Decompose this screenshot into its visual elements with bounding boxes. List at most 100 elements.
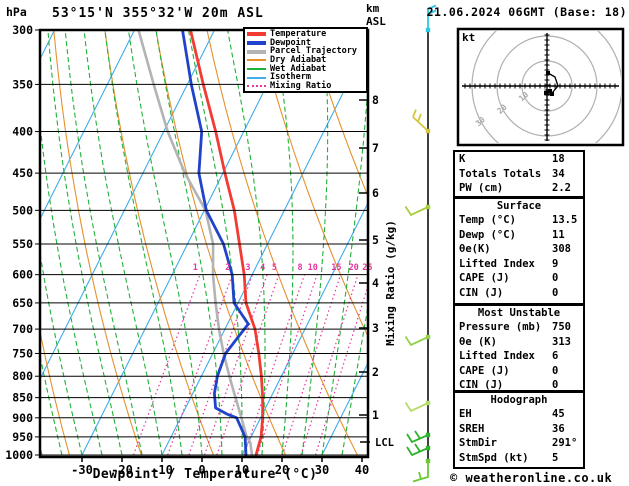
stat-label: Pressure (mb): [459, 321, 542, 333]
asl-label: ASL: [366, 15, 386, 28]
pressure-axis-unit: hPa: [6, 5, 27, 19]
svg-text:450: 450: [12, 166, 33, 180]
stat-value: 34: [552, 167, 565, 180]
stat-row: StmDir 291°: [455, 436, 583, 451]
svg-text:550: 550: [12, 237, 33, 251]
stat-row: Temp (°C) 13.5: [455, 213, 583, 228]
stat-value: 36: [552, 422, 565, 435]
stat-label: Dewp (°C): [459, 228, 516, 241]
stat-row: Dewp (°C) 11: [455, 228, 583, 243]
legend: Temperature Dewpoint Parcel Trajectory Dry …: [243, 27, 368, 93]
stat-row: Lifted Index 9: [455, 257, 583, 272]
legend-swatch-mixing-ratio: [247, 85, 266, 88]
svg-text:5: 5: [272, 263, 277, 273]
legend-item: Mixing Ratio: [247, 82, 366, 91]
svg-text:700: 700: [12, 322, 33, 336]
svg-text:7: 7: [372, 141, 379, 155]
stat-value: 0: [552, 272, 559, 285]
mixing-ratio-labels: 1 2 3 4 5 8 10 15 20 25: [193, 263, 373, 273]
stat-label: K: [459, 153, 466, 165]
legend-label: Mixing Ratio: [270, 81, 332, 92]
stat-value: 2.2: [552, 182, 571, 195]
svg-text:850: 850: [12, 391, 33, 405]
stat-value: 308: [552, 243, 571, 256]
svg-text:4: 4: [260, 263, 265, 273]
svg-text:10: 10: [308, 263, 318, 273]
stat-value: 0: [552, 364, 559, 377]
legend-swatch-wet-adiabat: [247, 68, 266, 71]
svg-text:1: 1: [193, 263, 198, 273]
altitude-axis-unit: km ASL: [366, 2, 386, 28]
stat-label: Lifted Index: [459, 257, 535, 270]
stat-label: θe(K): [459, 243, 491, 256]
svg-text:30: 30: [474, 115, 487, 128]
svg-text:3: 3: [372, 321, 379, 335]
stat-label: CAPE (J): [459, 364, 510, 377]
stat-label: StmSpd (kt): [459, 451, 529, 464]
stat-label: CAPE (J): [459, 272, 510, 285]
stats-surface-box: Surface Temp (°C) 13.5 Dewp (°C) 11 θe(K) 308 L…: [453, 197, 585, 305]
stat-row: SREH 36: [455, 422, 583, 437]
datetime-label: 21.06.2024 06GMT (Base: 18): [426, 5, 627, 19]
legend-swatch-parcel-trajectory: [247, 49, 266, 54]
stat-value: 11: [552, 228, 565, 241]
stat-label: Lifted Index: [459, 350, 535, 363]
stat-row: EH 45: [455, 407, 583, 422]
page-title: 53°15'N 355°32'W 20m ASL: [52, 6, 264, 21]
stat-row: Lifted Index 6: [455, 349, 583, 364]
stat-value: 750: [552, 321, 571, 333]
stat-label: Temp (°C): [459, 214, 516, 226]
hodograph-marker: [544, 91, 548, 95]
wind-barb: [406, 430, 431, 444]
stat-row: Pressure (mb) 750: [455, 320, 583, 335]
stats-hodograph-box: Hodograph EH 45 SREH 36 StmDir 291° StmSpd (kt)…: [453, 391, 585, 469]
svg-text:5: 5: [372, 233, 379, 247]
stat-label: EH: [459, 408, 472, 420]
stat-label: Totals Totals: [459, 167, 542, 180]
svg-text:600: 600: [12, 268, 33, 282]
stat-section-title: Hodograph: [490, 394, 548, 406]
site-credit: © weatheronline.co.uk: [450, 471, 613, 485]
svg-text:1: 1: [372, 408, 379, 422]
stat-value: 291°: [552, 437, 578, 450]
svg-text:900: 900: [12, 411, 33, 425]
mixing-ratio-axis-label: Mixing Ratio (g/kg): [384, 220, 397, 346]
svg-text:400: 400: [12, 125, 33, 139]
skewt-page: 1 2 3 4 5 8 10 15 20 25 300 350 400 450 500 550 600 650 70…: [0, 0, 629, 486]
legend-swatch-isotherm: [247, 76, 266, 79]
stat-value: 18: [552, 153, 565, 165]
svg-text:650: 650: [12, 296, 33, 310]
stat-value: 313: [552, 335, 571, 348]
wind-barb: [404, 334, 431, 347]
stats-most-unstable-box: Most Unstable Pressure (mb) 750 θe (K) 313 Li…: [453, 304, 585, 392]
stat-row: StmSpd (kt) 5: [455, 451, 583, 466]
svg-text:2: 2: [225, 263, 230, 273]
svg-text:750: 750: [12, 346, 33, 360]
stat-row: CAPE (J) 0: [455, 271, 583, 286]
svg-text:2: 2: [372, 365, 379, 379]
svg-text:300: 300: [12, 23, 33, 37]
stat-row: K 18: [455, 152, 583, 167]
legend-swatch-dewpoint: [247, 41, 266, 46]
wind-barb: [404, 400, 431, 413]
wind-barb-column: [404, 4, 437, 483]
svg-text:500: 500: [12, 203, 33, 217]
wind-barb: [404, 204, 431, 217]
svg-text:20: 20: [349, 263, 359, 273]
stat-label: PW (cm): [459, 182, 504, 195]
stat-section-title: Surface: [496, 200, 542, 212]
stats-indices-box: K 18 Totals Totals 34 PW (cm) 2.2: [453, 150, 585, 198]
svg-text:15: 15: [331, 263, 341, 273]
svg-text:10: 10: [517, 90, 530, 103]
svg-text:950: 950: [12, 430, 33, 444]
svg-text:350: 350: [12, 77, 33, 91]
stat-label: StmDir: [459, 437, 497, 450]
lcl-label: LCL: [375, 437, 394, 449]
stat-label: CIN (J): [459, 286, 504, 299]
svg-text:3: 3: [245, 263, 250, 273]
stat-value: 6: [552, 350, 559, 363]
stat-value: 5: [552, 451, 559, 464]
stat-row: CIN (J) 0: [455, 286, 583, 301]
stat-label: CIN (J): [459, 379, 504, 392]
stat-value: 45: [552, 408, 565, 420]
